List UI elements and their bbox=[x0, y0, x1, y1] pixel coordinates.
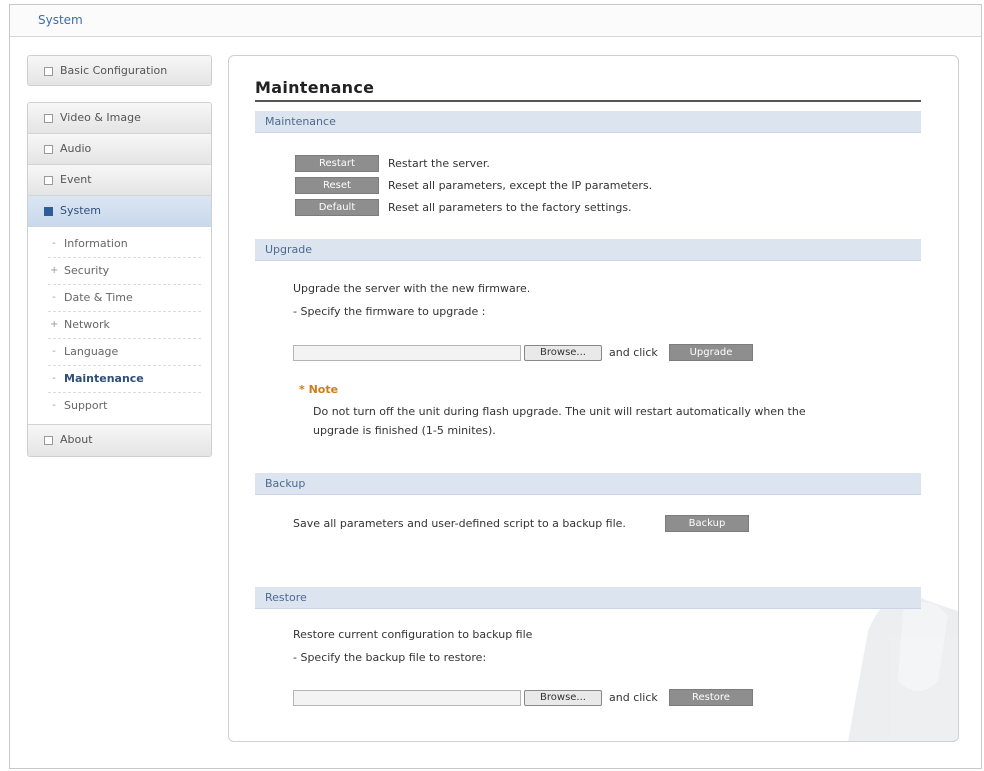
dash-icon: - bbox=[52, 373, 56, 384]
backup-file-input[interactable] bbox=[293, 690, 521, 706]
dash-icon: - bbox=[52, 346, 56, 357]
dash-icon: - bbox=[52, 292, 56, 303]
window-title: System bbox=[38, 13, 83, 27]
upgrade-specify-text: - Specify the firmware to upgrade : bbox=[293, 305, 486, 318]
nav-event[interactable]: Event bbox=[28, 165, 211, 196]
restart-button[interactable]: Restart bbox=[295, 155, 379, 172]
nav-system-label: System bbox=[60, 204, 102, 217]
and-click-text: and click bbox=[609, 346, 658, 359]
sidebar-item-security[interactable]: + Security bbox=[48, 258, 201, 285]
nav-about[interactable]: About bbox=[28, 425, 211, 456]
section-title: Maintenance bbox=[265, 115, 336, 128]
section-title: Backup bbox=[265, 477, 306, 490]
backup-button[interactable]: Backup bbox=[665, 515, 749, 532]
backup-description: Save all parameters and user-defined scr… bbox=[293, 517, 626, 530]
plus-box-icon: + bbox=[50, 319, 59, 330]
nav-group: Video & Image Audio Event System - Infor… bbox=[27, 102, 212, 457]
section-title: Restore bbox=[265, 591, 307, 604]
collapsed-box-icon bbox=[44, 67, 53, 76]
page-title: Maintenance bbox=[255, 78, 375, 97]
nav-basic-configuration-label: Basic Configuration bbox=[60, 64, 168, 77]
nav-event-label: Event bbox=[60, 173, 92, 186]
collapsed-box-icon bbox=[44, 145, 53, 154]
dash-icon: - bbox=[52, 238, 56, 249]
restore-button[interactable]: Restore bbox=[669, 689, 753, 706]
sidebar-item-label: Information bbox=[64, 237, 128, 250]
nav-video-image-label: Video & Image bbox=[60, 111, 141, 124]
reset-button[interactable]: Reset bbox=[295, 177, 379, 194]
section-header-maintenance: Maintenance bbox=[255, 111, 921, 133]
main-panel: Maintenance Maintenance Restart Restart … bbox=[228, 55, 959, 742]
nav-audio-label: Audio bbox=[60, 142, 92, 155]
sidebar-item-information[interactable]: - Information bbox=[48, 231, 201, 258]
expanded-box-icon bbox=[44, 207, 53, 216]
plus-box-icon: + bbox=[50, 265, 59, 276]
and-click-text: and click bbox=[609, 691, 658, 704]
sidebar-item-label: Maintenance bbox=[64, 372, 144, 385]
collapsed-box-icon bbox=[44, 176, 53, 185]
title-divider bbox=[255, 100, 921, 102]
nav-video-image[interactable]: Video & Image bbox=[28, 103, 211, 134]
sidebar-item-label: Language bbox=[64, 345, 119, 358]
nav-about-label: About bbox=[60, 433, 93, 446]
collapsed-box-icon bbox=[44, 114, 53, 123]
sidebar-item-language[interactable]: - Language bbox=[48, 339, 201, 366]
firmware-browse-button[interactable]: Browse... bbox=[524, 345, 602, 361]
collapsed-box-icon bbox=[44, 436, 53, 445]
default-description: Reset all parameters to the factory sett… bbox=[388, 201, 632, 214]
firmware-file-input[interactable] bbox=[293, 345, 521, 361]
dash-icon: - bbox=[52, 400, 56, 411]
section-header-restore: Restore bbox=[255, 587, 921, 609]
upgrade-instruction: Upgrade the server with the new firmware… bbox=[293, 282, 531, 295]
sidebar-item-label: Support bbox=[64, 399, 108, 412]
system-submenu: - Information + Security - Date & Time +… bbox=[28, 227, 211, 425]
section-header-backup: Backup bbox=[255, 473, 921, 495]
note-title: * Note bbox=[299, 383, 339, 396]
sidebar-item-label: Security bbox=[64, 264, 110, 277]
default-button[interactable]: Default bbox=[295, 199, 379, 216]
restore-browse-button[interactable]: Browse... bbox=[524, 690, 602, 706]
sidebar-item-date-time[interactable]: - Date & Time bbox=[48, 285, 201, 312]
restart-description: Restart the server. bbox=[388, 157, 490, 170]
sidebar-item-label: Network bbox=[64, 318, 110, 331]
upgrade-button[interactable]: Upgrade bbox=[669, 344, 753, 361]
sidebar-item-maintenance[interactable]: - Maintenance bbox=[48, 366, 201, 393]
sidebar-item-support[interactable]: - Support bbox=[48, 393, 201, 420]
restore-specify-text: - Specify the backup file to restore: bbox=[293, 651, 487, 664]
sidebar-item-network[interactable]: + Network bbox=[48, 312, 201, 339]
section-title: Upgrade bbox=[265, 243, 313, 256]
nav-audio[interactable]: Audio bbox=[28, 134, 211, 165]
nav-system[interactable]: System bbox=[28, 196, 211, 227]
restore-instruction: Restore current configuration to backup … bbox=[293, 628, 533, 641]
sidebar-item-label: Date & Time bbox=[64, 291, 133, 304]
title-bar: System bbox=[10, 5, 981, 37]
note-text-line2: upgrade is finished (1-5 minites). bbox=[313, 424, 496, 437]
nav-basic-configuration[interactable]: Basic Configuration bbox=[27, 55, 212, 86]
section-header-upgrade: Upgrade bbox=[255, 239, 921, 261]
reset-description: Reset all parameters, except the IP para… bbox=[388, 179, 653, 192]
note-text-line1: Do not turn off the unit during flash up… bbox=[313, 405, 806, 418]
sidebar: Basic Configuration Video & Image Audio … bbox=[27, 55, 212, 457]
